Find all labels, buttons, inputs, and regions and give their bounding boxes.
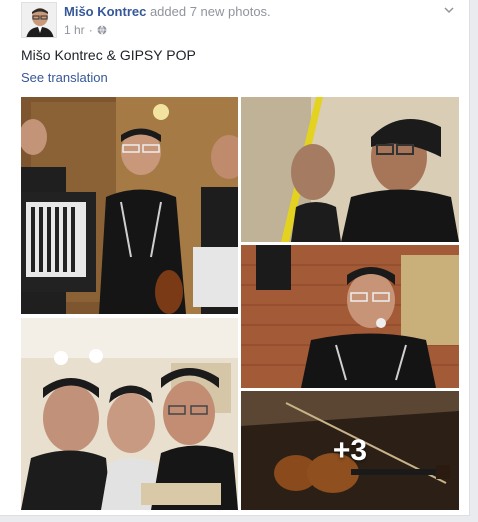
- photo-singer-stage-image: [241, 97, 459, 242]
- feed-background-strip: [0, 516, 478, 522]
- photo-group-selfie[interactable]: [21, 318, 238, 510]
- photo-group-selfie-image: [21, 318, 238, 510]
- post-meta: 1 hr ·: [64, 23, 107, 37]
- photo-singer-microphone-image: [241, 245, 459, 388]
- more-photos-overlay: +3: [332, 433, 368, 467]
- see-translation-link[interactable]: See translation: [21, 70, 108, 85]
- photo-singer-stage[interactable]: [241, 97, 459, 242]
- photo-band-accordion-image: [21, 97, 238, 314]
- avatar-image: [22, 3, 56, 37]
- photo-violin-more[interactable]: +3: [241, 391, 459, 510]
- photo-singer-microphone[interactable]: [241, 245, 459, 388]
- meta-separator: ·: [88, 23, 93, 37]
- post-action-text: added 7 new photos.: [146, 4, 271, 19]
- post-caption: Mišo Kontrec & GIPSY POP: [21, 47, 196, 63]
- photo-band-accordion[interactable]: [21, 97, 238, 314]
- globe-icon[interactable]: [97, 25, 107, 35]
- chevron-down-icon[interactable]: [443, 4, 455, 16]
- author-name-link[interactable]: Mišo Kontrec: [64, 4, 146, 19]
- post-header: Mišo Kontrec added 7 new photos.: [64, 4, 271, 19]
- author-avatar[interactable]: [21, 2, 57, 38]
- post-card: Mišo Kontrec added 7 new photos. 1 hr · …: [0, 0, 470, 516]
- post-timestamp[interactable]: 1 hr: [64, 23, 85, 37]
